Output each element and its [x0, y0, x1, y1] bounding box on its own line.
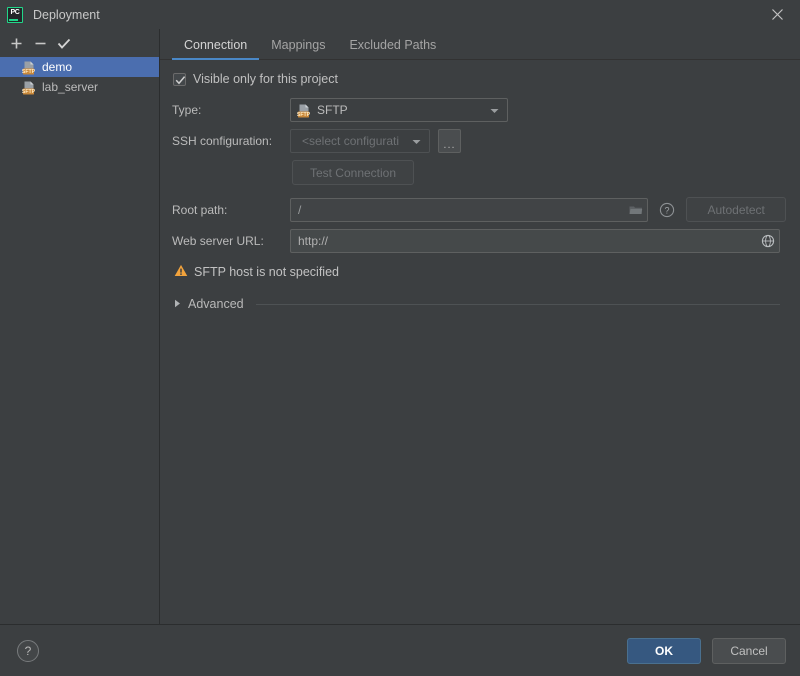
window-title: Deployment [33, 7, 100, 22]
root-path-help-icon[interactable]: ? [659, 202, 675, 218]
ssh-configuration-label: SSH configuration: [172, 134, 273, 148]
servers-toolbar [0, 29, 159, 57]
svg-text:SFTP: SFTP [297, 112, 311, 118]
servers-panel: SFTP demo SFTP lab_server [0, 29, 160, 624]
web-server-url-value: http:// [298, 234, 329, 248]
sftp-server-icon: SFTP [297, 103, 312, 118]
svg-text:SFTP: SFTP [22, 69, 36, 75]
ssh-configuration-row: SSH configuration: <select configurati .… [170, 129, 786, 153]
dialog-footer: ? OK Cancel [0, 625, 800, 676]
validation-warning-text: SFTP host is not specified [194, 265, 339, 279]
advanced-divider [255, 303, 780, 305]
ssh-configuration-value: <select configurati [302, 134, 400, 148]
root-path-label: Root path: [172, 202, 228, 217]
server-list-item-demo[interactable]: SFTP demo [0, 57, 159, 77]
remove-server-button[interactable] [29, 32, 51, 54]
type-label: Type: [172, 103, 202, 117]
footer-actions: OK Cancel [627, 637, 786, 664]
root-path-input[interactable]: / [290, 197, 649, 222]
logo-bar [9, 18, 18, 21]
tab-excluded-paths[interactable]: Excluded Paths [337, 38, 448, 59]
pycharm-logo-icon: PC [7, 6, 23, 23]
type-row: Type: SFTP SFTP [170, 98, 786, 122]
warning-triangle-icon [174, 264, 188, 280]
server-list-item-lab-server[interactable]: SFTP lab_server [0, 77, 159, 97]
logo-text: PC [10, 8, 20, 16]
dialog-body: SFTP demo SFTP lab_server Connection Map… [0, 29, 800, 625]
advanced-section-toggle[interactable]: Advanced [170, 297, 786, 311]
close-window-button[interactable] [754, 0, 800, 29]
help-button[interactable]: ? [17, 639, 39, 662]
add-server-button[interactable] [5, 32, 27, 54]
server-list: SFTP demo SFTP lab_server [0, 57, 159, 624]
folder-icon[interactable] [629, 204, 643, 216]
title-bar: PC Deployment [0, 0, 800, 29]
chevron-right-icon [174, 297, 181, 311]
type-combo-value: SFTP [317, 103, 348, 117]
server-list-item-label: lab_server [42, 80, 99, 94]
visible-only-checkbox-label[interactable]: Visible only for this project [193, 72, 338, 86]
minus-icon [35, 42, 45, 44]
svg-text:?: ? [665, 205, 670, 215]
root-path-row: Root path: / ? Autodetect [170, 197, 786, 222]
globe-icon[interactable] [761, 234, 775, 248]
tab-connection[interactable]: Connection [172, 38, 260, 60]
tab-bar: Connection Mappings Excluded Paths [160, 29, 800, 60]
visible-only-checkbox-row: Visible only for this project [170, 72, 786, 86]
sftp-server-icon: SFTP [22, 80, 37, 95]
chevron-down-icon [490, 103, 499, 117]
tab-mappings[interactable]: Mappings [259, 38, 337, 59]
ssh-configuration-browse-button[interactable]: ... [438, 129, 461, 153]
web-server-url-row: Web server URL: http:// [170, 229, 786, 253]
advanced-label: Advanced [188, 297, 244, 311]
chevron-down-icon [412, 134, 421, 148]
deployment-dialog: PC Deployment SFTP demo SFTP lab_server … [0, 0, 800, 676]
plus-icon [11, 38, 21, 48]
validation-warning: SFTP host is not specified [170, 264, 786, 280]
server-list-item-label: demo [42, 60, 73, 74]
autodetect-button[interactable]: Autodetect [686, 197, 786, 222]
test-connection-button[interactable]: Test Connection [292, 160, 414, 185]
svg-text:SFTP: SFTP [22, 89, 36, 95]
web-server-url-input[interactable]: http:// [290, 229, 780, 253]
connection-panel: Connection Mappings Excluded Paths Visib… [160, 29, 800, 624]
root-path-value: / [298, 202, 302, 217]
web-server-url-label: Web server URL: [172, 234, 264, 248]
set-default-server-button[interactable] [53, 32, 75, 54]
type-combo[interactable]: SFTP SFTP [290, 98, 508, 122]
sftp-server-icon: SFTP [22, 60, 37, 75]
ok-button[interactable]: OK [627, 637, 701, 664]
close-icon [771, 9, 783, 20]
connection-form: Visible only for this project Type: SFTP [160, 60, 800, 624]
check-icon [57, 38, 71, 49]
ssh-configuration-combo[interactable]: <select configurati [290, 129, 430, 153]
test-connection-row: Test Connection [170, 160, 786, 185]
visible-only-checkbox[interactable] [173, 72, 186, 86]
cancel-button[interactable]: Cancel [712, 637, 786, 664]
checkmark-icon [175, 75, 186, 84]
